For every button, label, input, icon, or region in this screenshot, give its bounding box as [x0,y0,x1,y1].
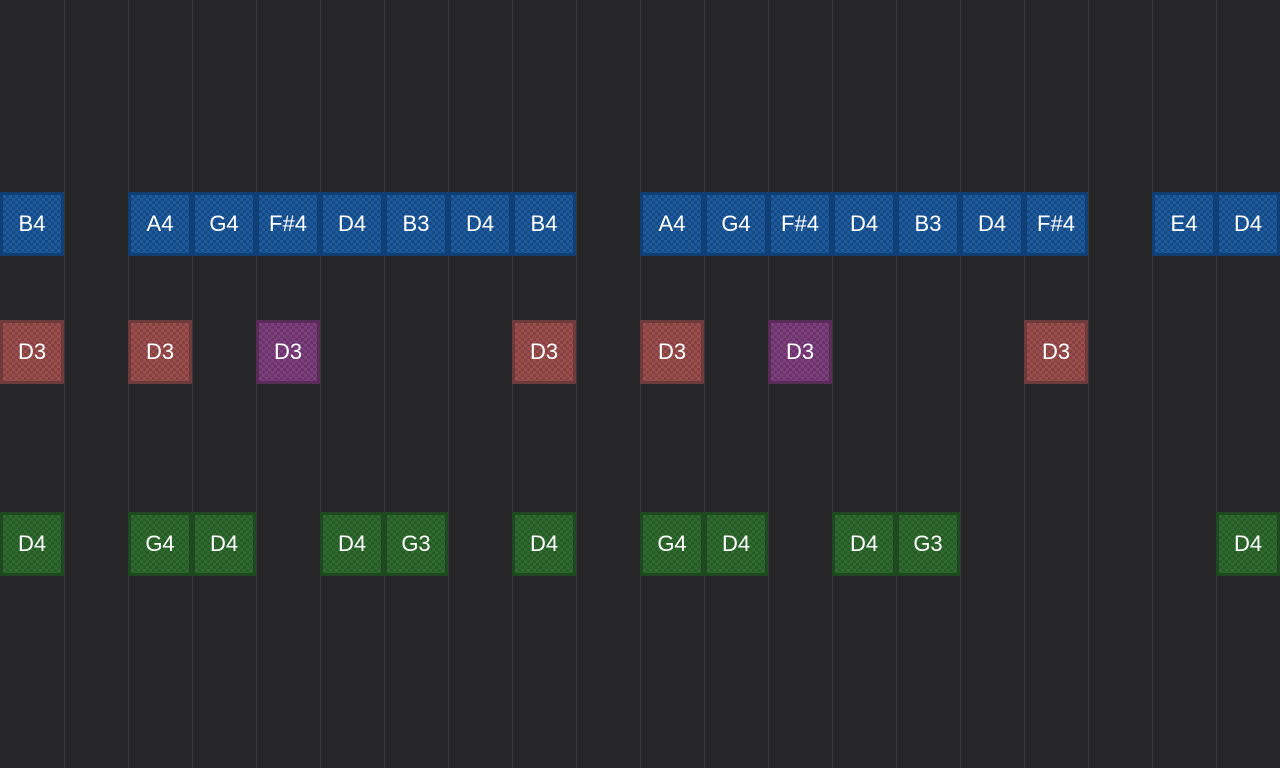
note-pitch-label: G4 [209,211,239,236]
note-pitch-label: D4 [465,211,495,236]
note-block-blue[interactable]: D4 [960,192,1024,256]
sequencer-grid[interactable]: B4 A4 G4 F#4 D4 B3 D4 B4 A4 G4 F#4 D4 B3 D4 F#4 E4 D4 D3 D… [0,0,1280,768]
note-pitch-label: B4 [530,211,558,236]
note-block-blue[interactable]: B3 [384,192,448,256]
grid-column-line [1088,0,1089,768]
grid-column-line [960,0,961,768]
note-block-green[interactable]: G3 [384,512,448,576]
note-block-green[interactable]: D4 [192,512,256,576]
note-pitch-label: D3 [273,339,303,364]
note-pitch-label: D4 [721,531,751,556]
note-pitch-label: D3 [17,339,47,364]
note-block-blue[interactable]: B4 [512,192,576,256]
grid-column-line [704,0,705,768]
grid-column-line [768,0,769,768]
note-block-blue[interactable]: D4 [320,192,384,256]
grid-column-line [896,0,897,768]
note-pitch-label: D4 [1233,531,1263,556]
grid-column-line [1216,0,1217,768]
note-pitch-label: D3 [785,339,815,364]
note-block-green[interactable]: D4 [512,512,576,576]
grid-column-line [448,0,449,768]
note-pitch-label: F#4 [1037,211,1075,236]
note-block-red[interactable]: D3 [256,320,320,384]
note-block-green[interactable]: G4 [128,512,192,576]
note-pitch-label: D4 [17,531,47,556]
note-pitch-label: B4 [18,211,46,236]
note-pitch-label: F#4 [781,211,819,236]
note-block-green[interactable]: D4 [1216,512,1280,576]
note-block-red[interactable]: D3 [1024,320,1088,384]
note-block-blue[interactable]: E4 [1152,192,1216,256]
note-block-blue[interactable]: B3 [896,192,960,256]
note-pitch-label: D4 [337,531,367,556]
note-block-blue[interactable]: D4 [832,192,896,256]
grid-column-line [128,0,129,768]
note-block-blue[interactable]: D4 [448,192,512,256]
note-block-red[interactable]: D3 [640,320,704,384]
note-block-blue[interactable]: F#4 [768,192,832,256]
note-pitch-label: D3 [657,339,687,364]
note-block-blue[interactable]: A4 [128,192,192,256]
note-block-red[interactable]: D3 [512,320,576,384]
note-pitch-label: F#4 [269,211,307,236]
grid-column-line [576,0,577,768]
note-block-blue[interactable]: G4 [192,192,256,256]
note-block-blue[interactable]: F#4 [1024,192,1088,256]
note-pitch-label: A4 [146,211,174,236]
note-pitch-label: D3 [1041,339,1071,364]
note-pitch-label: D4 [209,531,239,556]
note-pitch-label: D4 [529,531,559,556]
note-block-blue[interactable]: B4 [0,192,64,256]
grid-column-line [256,0,257,768]
note-pitch-label: G4 [657,531,687,556]
grid-column-line [384,0,385,768]
grid-column-line [512,0,513,768]
note-block-red[interactable]: D3 [128,320,192,384]
note-block-green[interactable]: D4 [832,512,896,576]
note-block-green[interactable]: D4 [0,512,64,576]
grid-column-line [192,0,193,768]
grid-column-line [832,0,833,768]
note-pitch-label: A4 [658,211,686,236]
note-pitch-label: B3 [402,211,430,236]
note-block-green[interactable]: G4 [640,512,704,576]
grid-column-line [320,0,321,768]
note-pitch-label: D4 [849,531,879,556]
note-pitch-label: D4 [337,211,367,236]
note-pitch-label: B3 [914,211,942,236]
note-pitch-label: D4 [1233,211,1263,236]
note-block-blue[interactable]: G4 [704,192,768,256]
grid-column-line [1024,0,1025,768]
note-pitch-label: D4 [977,211,1007,236]
note-pitch-label: D3 [145,339,175,364]
note-block-green[interactable]: D4 [320,512,384,576]
note-block-blue[interactable]: A4 [640,192,704,256]
note-block-blue[interactable]: D4 [1216,192,1280,256]
note-block-red[interactable]: D3 [0,320,64,384]
note-pitch-label: G4 [721,211,751,236]
grid-column-line [1152,0,1153,768]
note-pitch-label: G3 [401,531,431,556]
note-block-blue[interactable]: F#4 [256,192,320,256]
grid-column-line [64,0,65,768]
note-pitch-label: D4 [849,211,879,236]
note-pitch-label: G3 [913,531,943,556]
note-pitch-label: E4 [1170,211,1198,236]
note-block-green[interactable]: G3 [896,512,960,576]
note-block-green[interactable]: D4 [704,512,768,576]
note-pitch-label: G4 [145,531,175,556]
grid-column-line [640,0,641,768]
note-pitch-label: D3 [529,339,559,364]
note-block-red[interactable]: D3 [768,320,832,384]
